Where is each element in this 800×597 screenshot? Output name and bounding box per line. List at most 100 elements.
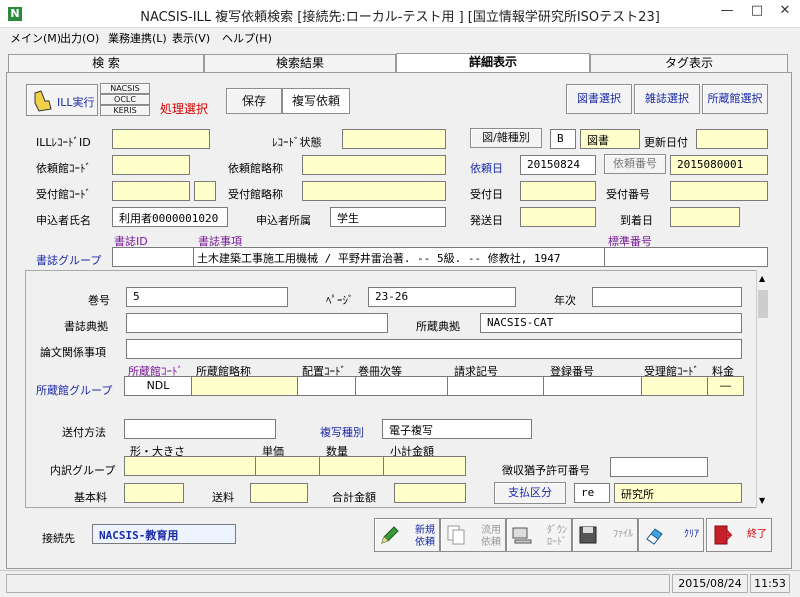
bib-id-field[interactable]: [112, 247, 194, 267]
arrival-date-label: 到着日: [620, 214, 653, 227]
send-date-field[interactable]: [520, 207, 596, 227]
bib-group-label: 書誌グループ: [36, 254, 102, 267]
reuse-request-button[interactable]: 流用 依頼: [440, 518, 506, 552]
exit-button[interactable]: 終了: [706, 518, 772, 552]
menu-help[interactable]: ヘルプ(H): [222, 30, 272, 46]
page-field[interactable]: 23-26: [368, 287, 516, 307]
article-field[interactable]: [126, 339, 742, 359]
scroll-thumb[interactable]: [758, 290, 768, 318]
holding-name-cell[interactable]: [192, 376, 298, 396]
tab-search-results[interactable]: 検索結果: [204, 54, 396, 72]
payment-type-button[interactable]: 支払区分: [494, 482, 566, 504]
breakdown-group-label: 内訳グループ: [50, 464, 116, 477]
status-message: [6, 574, 670, 593]
tab-tags[interactable]: タグ表示: [590, 54, 788, 72]
receipt-number-label: 受付番号: [606, 188, 650, 201]
send-method-label: 送付方法: [62, 426, 106, 439]
new-request-button[interactable]: 新規 依頼: [374, 518, 440, 552]
receipt-number-field[interactable]: [670, 181, 768, 201]
system-nacsis[interactable]: NACSIS: [100, 83, 150, 94]
holding-location-cell[interactable]: [298, 376, 356, 396]
request-date-field[interactable]: 20150824: [520, 155, 596, 175]
breakdown-size-cell[interactable]: [124, 456, 256, 476]
base-fee-field[interactable]: [124, 483, 184, 503]
record-status-field[interactable]: [342, 129, 446, 149]
minimize-button[interactable]: —: [712, 0, 742, 22]
maximize-button[interactable]: □: [742, 0, 772, 22]
connection-field: NACSIS-教育用: [92, 524, 236, 544]
volume-field[interactable]: 5: [126, 287, 288, 307]
applicant-affiliation-field[interactable]: 学生: [330, 207, 446, 227]
pencil-icon: [381, 526, 399, 544]
record-status-label: ﾚｺｰﾄﾞ状態: [272, 136, 322, 149]
request-number-field[interactable]: 2015080001: [670, 155, 768, 175]
journal-select-button[interactable]: 雑誌選択: [634, 84, 700, 114]
holding-source-label: 所蔵典拠: [416, 320, 460, 333]
ill-exec-button[interactable]: ILL実行: [26, 84, 98, 116]
bib-source-field[interactable]: [126, 313, 388, 333]
breakdown-row[interactable]: [124, 456, 466, 476]
shipping-field[interactable]: [250, 483, 308, 503]
receipt-date-label: 受付日: [470, 188, 503, 201]
clear-button[interactable]: ｸﾘｱ: [638, 518, 704, 552]
holding-volume-cell[interactable]: [356, 376, 448, 396]
ill-record-id-field[interactable]: [112, 129, 210, 149]
bib-std-field[interactable]: [604, 247, 768, 267]
holding-row[interactable]: NDL ―: [124, 376, 744, 396]
receiving-library-name-field[interactable]: [302, 181, 446, 201]
tab-search[interactable]: 検 索: [8, 54, 204, 72]
receiving-library-code-extra[interactable]: [194, 181, 216, 201]
holding-call-number-cell[interactable]: [448, 376, 544, 396]
eraser-icon: [646, 528, 663, 545]
arrival-date-field[interactable]: [670, 207, 740, 227]
scroll-down-icon[interactable]: ▼: [759, 496, 765, 505]
book-select-button[interactable]: 図書選択: [566, 84, 632, 114]
save-button[interactable]: 保存: [226, 88, 282, 114]
bib-source-label: 書誌典拠: [64, 320, 108, 333]
system-oclc[interactable]: OCLC: [100, 94, 150, 105]
menu-view[interactable]: 表示(V): [172, 30, 210, 46]
copy-request-button[interactable]: 複写依頼: [282, 88, 350, 114]
breakdown-subtotal-cell[interactable]: [384, 456, 466, 476]
holding-receiving-code-cell[interactable]: [642, 376, 708, 396]
tab-detail[interactable]: 詳細表示: [396, 53, 590, 73]
year-field[interactable]: [592, 287, 742, 307]
copy-type-field[interactable]: 電子複写: [382, 419, 532, 439]
payment-code-field[interactable]: re: [574, 483, 610, 503]
menu-integration[interactable]: 業務連携(L): [108, 30, 167, 46]
scroll-up-icon[interactable]: ▲: [759, 274, 765, 283]
menu-output[interactable]: 出力(O): [60, 30, 99, 46]
holding-fee-cell[interactable]: ―: [708, 376, 744, 396]
request-number-button[interactable]: 依頼番号: [604, 154, 666, 174]
holding-registration-cell[interactable]: [544, 376, 642, 396]
status-bar: 2015/08/24 11:53: [0, 570, 800, 597]
receipt-date-field[interactable]: [520, 181, 596, 201]
download-button[interactable]: ﾀﾞｳﾝ ﾛｰﾄﾞ: [506, 518, 572, 552]
article-label: 論文関係事項: [40, 346, 106, 359]
update-date-field[interactable]: [696, 129, 768, 149]
menu-main[interactable]: メイン(M): [10, 30, 61, 46]
applicant-name-field[interactable]: 利用者0000001020: [112, 207, 228, 227]
breakdown-quantity-cell[interactable]: [320, 456, 384, 476]
send-method-field[interactable]: [124, 419, 276, 439]
shipping-label: 送料: [212, 491, 234, 504]
receiving-library-code-field[interactable]: [112, 181, 190, 201]
total-field[interactable]: [394, 483, 466, 503]
system-keris[interactable]: KERIS: [100, 105, 150, 116]
system-selector[interactable]: NACSIS OCLC KERIS: [100, 83, 150, 117]
holding-select-button[interactable]: 所蔵館選択: [702, 84, 768, 114]
applicant-name-label: 申込者氏名: [36, 214, 91, 227]
close-window-button[interactable]: ✕: [770, 0, 800, 22]
holding-code-cell[interactable]: NDL: [124, 376, 192, 396]
vertical-scrollbar[interactable]: ▲ ▼: [756, 270, 769, 508]
permit-number-field[interactable]: [610, 457, 708, 477]
bib-item-field[interactable]: 土木建築工事施工用機械 / 平野井雷治著. -- 5級. -- 修教社, 194…: [193, 247, 605, 267]
breakdown-unit-price-cell[interactable]: [256, 456, 320, 476]
requesting-library-code-field[interactable]: [112, 155, 190, 175]
page-label: ﾍﾟｰｼﾞ: [326, 294, 354, 307]
book-journal-type-code[interactable]: B: [550, 129, 576, 149]
requesting-library-name-field[interactable]: [302, 155, 446, 175]
file-button[interactable]: ﾌｧｲﾙ: [572, 518, 638, 552]
holding-source-field[interactable]: NACSIS-CAT: [480, 313, 742, 333]
book-journal-type-button[interactable]: 図/雑種別: [470, 128, 542, 148]
